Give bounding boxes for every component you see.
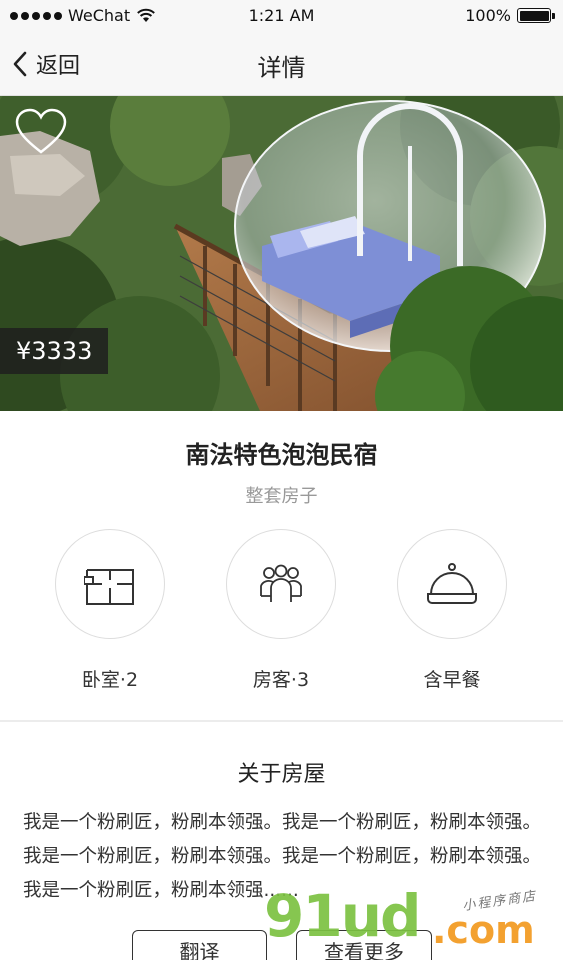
- heart-icon: [15, 108, 67, 154]
- price-tag: ¥3333: [0, 328, 109, 374]
- guests-icon: [260, 564, 302, 602]
- battery-percent: 100%: [465, 6, 511, 25]
- about-title: 关于房屋: [237, 762, 326, 787]
- feature-icon-circle: [226, 529, 336, 639]
- page-title: 详情: [257, 54, 306, 82]
- feature-bedrooms: 卧室·2: [54, 529, 166, 692]
- feature-icon-circle: [55, 529, 165, 639]
- feature-label: 房客·3: [252, 669, 310, 691]
- battery-fill: [519, 10, 549, 21]
- feature-label: 卧室·2: [81, 669, 139, 691]
- listing-subtitle: 整套房子: [245, 486, 318, 507]
- feature-breakfast: 含早餐: [396, 529, 508, 692]
- nav-bar: 返回 详情: [0, 32, 563, 96]
- view-more-button[interactable]: 查看更多: [296, 930, 432, 960]
- translate-button[interactable]: 翻译: [132, 930, 267, 960]
- cloche-icon: [427, 563, 477, 604]
- battery-icon: [517, 8, 555, 23]
- about-description: 我是一个粉刷匠，粉刷本领强。我是一个粉刷匠，粉刷本领强。我是一个粉刷匠，粉刷本领…: [23, 812, 542, 901]
- section-divider: [0, 720, 563, 722]
- listing-title: 南法特色泡泡民宿: [185, 441, 378, 469]
- watermark-suffix: .com: [432, 908, 535, 952]
- feature-guests: 房客·3: [225, 529, 337, 692]
- status-right: 100%: [465, 6, 555, 25]
- status-bar: WeChat 1:21 AM 100%: [0, 0, 563, 32]
- feature-icon-circle: [397, 529, 507, 639]
- floorplan-icon: [84, 569, 134, 605]
- favorite-button[interactable]: [14, 108, 68, 160]
- feature-label: 含早餐: [423, 669, 481, 691]
- feature-list: 卧室·2 房客·3 含早餐: [0, 529, 563, 699]
